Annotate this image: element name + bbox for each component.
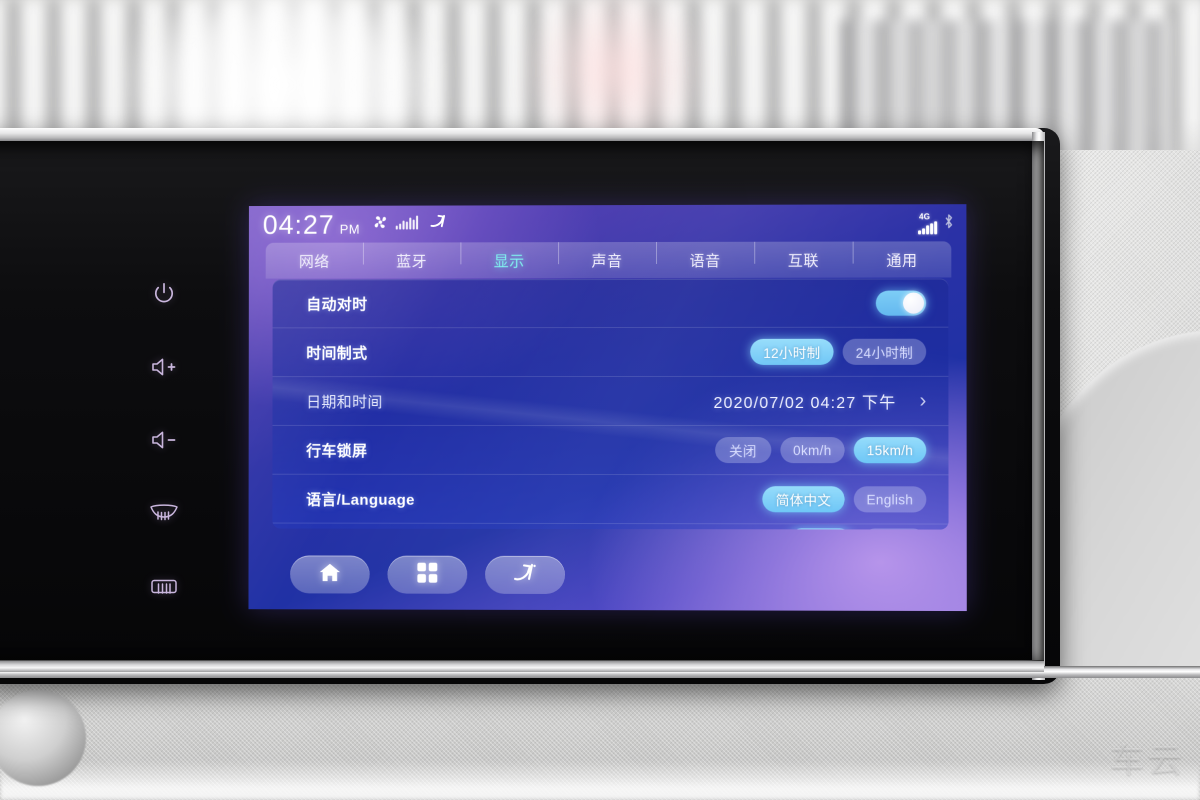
status-clock: 04:27 PM	[262, 209, 361, 240]
tab-network[interactable]: 网络	[266, 250, 363, 271]
bezel-chrome-right	[1032, 132, 1045, 680]
voice-assistant-icon	[512, 561, 538, 588]
language-option-chinese[interactable]: 简体中文	[762, 486, 845, 513]
rear-defrost-button[interactable]	[128, 566, 200, 610]
status-bar: 04:27 PM 4G	[249, 204, 967, 244]
settings-tab-bar[interactable]: 网络 蓝牙 显示 声音 语音 互联 通用	[265, 241, 952, 279]
time-format-label: 时间制式	[306, 344, 368, 362]
drive-lock-option-0kmh[interactable]: 0km/h	[780, 437, 845, 464]
time-format-option-24h[interactable]: 24小时制	[842, 338, 927, 365]
photo-scene: 04:27 PM 4G 网络 蓝牙 显示 声音 语音 互联 通用 自动对时 时间…	[0, 0, 1200, 800]
network-type-badge: 4G	[919, 211, 931, 221]
tab-sound[interactable]: 声音	[558, 249, 656, 270]
clock-ampm: PM	[339, 221, 361, 237]
front-defrost-button[interactable]	[128, 492, 200, 536]
tab-voice[interactable]: 语音	[656, 249, 754, 270]
bezel-chrome-top	[0, 128, 1044, 141]
power-icon	[151, 281, 177, 307]
language-label: 语言/Language	[306, 491, 415, 509]
setting-row-date-time[interactable]: 日期和时间 2020/07/02 04:27 下午 ›	[272, 376, 949, 427]
toggle-knob	[902, 292, 925, 314]
volume-down-button[interactable]	[128, 418, 200, 462]
drive-lock-option-off[interactable]: 关闭	[714, 437, 771, 464]
chevron-right-icon[interactable]: ›	[920, 389, 927, 412]
time-format-option-12h[interactable]: 12小时制	[750, 338, 834, 365]
date-time-label: 日期和时间	[306, 393, 383, 411]
language-option-english[interactable]: English	[853, 486, 927, 513]
tab-connect[interactable]: 互联	[754, 249, 852, 270]
drive-lock-control[interactable]: 关闭 0km/h 15km/h	[714, 437, 927, 464]
setting-row-drive-lock[interactable]: 行车锁屏 关闭 0km/h 15km/h	[272, 425, 949, 476]
hardware-key-column	[128, 240, 200, 600]
dashboard-bottom-shine	[0, 760, 1200, 800]
time-format-control[interactable]: 12小时制 24小时制	[750, 338, 927, 365]
rear-defrost-icon	[147, 576, 181, 600]
partial-row-control[interactable]	[788, 528, 927, 530]
power-button[interactable]	[128, 272, 200, 316]
auto-time-toggle[interactable]	[875, 290, 927, 316]
bottom-dock[interactable]	[290, 555, 565, 595]
language-control[interactable]: 简体中文 English	[762, 486, 927, 513]
partial-option-unselected[interactable]	[861, 528, 927, 530]
apps-grid-icon	[416, 561, 438, 588]
setting-row-time-format[interactable]: 时间制式 12小时制 24小时制	[272, 327, 949, 378]
date-time-control[interactable]: 2020/07/02 04:27 下午 ›	[714, 389, 927, 413]
home-icon	[318, 561, 342, 588]
front-defrost-icon	[147, 501, 181, 527]
bluetooth-icon	[943, 213, 954, 234]
bezel-chrome-bottom	[0, 660, 1044, 672]
airflow-icon	[429, 214, 448, 236]
tab-display[interactable]: 显示	[460, 250, 558, 271]
drive-lock-option-15kmh[interactable]: 15km/h	[853, 437, 927, 464]
volume-up-icon	[149, 355, 179, 379]
tab-bluetooth[interactable]: 蓝牙	[363, 250, 460, 271]
drive-lock-label: 行车锁屏	[306, 442, 368, 460]
volume-down-icon	[149, 428, 179, 452]
setting-row-partial-next[interactable]	[272, 524, 948, 530]
setting-row-language[interactable]: 语言/Language 简体中文 English	[272, 474, 949, 525]
dock-apps-button[interactable]	[387, 555, 468, 594]
setting-row-auto-time[interactable]: 自动对时	[272, 278, 949, 329]
auto-time-control[interactable]	[875, 290, 927, 316]
dock-voice-assistant-button[interactable]	[485, 555, 565, 595]
dock-home-button[interactable]	[290, 555, 370, 594]
status-right-group: 4G	[918, 212, 954, 234]
settings-panel[interactable]: 自动对时 时间制式 12小时制 24小时制 日期和时间 2020/07/02 0…	[272, 278, 949, 530]
clock-time: 04:27	[262, 209, 335, 240]
fan-icon	[372, 214, 389, 236]
auto-time-label: 自动对时	[306, 295, 368, 313]
tab-general[interactable]: 通用	[853, 249, 952, 270]
equalizer-icon	[395, 215, 422, 235]
status-icon-group	[372, 214, 448, 236]
volume-up-button[interactable]	[128, 345, 200, 389]
date-time-value: 2020/07/02 04:27 下午	[713, 394, 897, 413]
partial-option-selected[interactable]	[788, 528, 853, 530]
infotainment-screen[interactable]: 04:27 PM 4G 网络 蓝牙 显示 声音 语音 互联 通用 自动对时 时间…	[248, 204, 967, 612]
signal-strength-icon: 4G	[918, 212, 938, 234]
